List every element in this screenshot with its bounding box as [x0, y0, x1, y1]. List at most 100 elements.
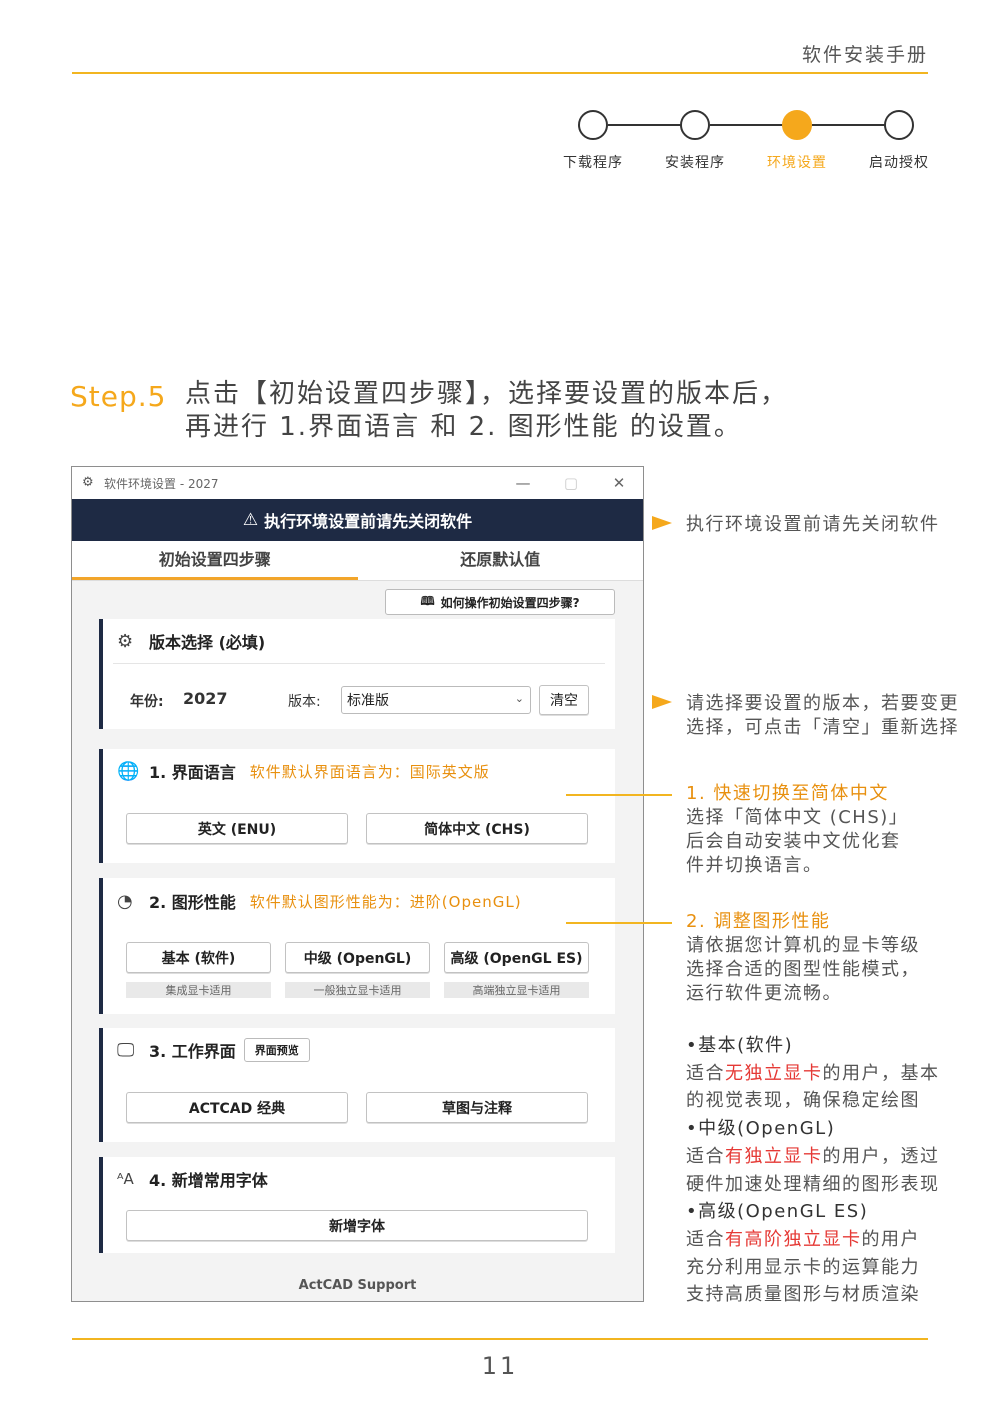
stepper-node-environment [782, 110, 812, 140]
tab-restore-defaults[interactable]: 还原默认值 [358, 541, 644, 580]
graphics-opengl-button[interactable]: 中级 (OpenGL) [285, 942, 430, 973]
warning-banner: ⚠ 执行环境设置前请先关闭软件 [72, 499, 643, 541]
stepper-label-environment: 环境设置 [767, 155, 827, 171]
manual-title: 软件安装手册 [801, 44, 928, 66]
mode-high-desc-3: 支持高质量图形与材质渲染 [686, 1284, 920, 1306]
graphics-card-title: 2. 图形性能 [149, 893, 236, 912]
mode-high-desc: 适合有高阶独立显卡的用户 [686, 1228, 920, 1250]
stepper-label-license: 启动授权 [869, 155, 929, 171]
stepper-connector [710, 124, 784, 126]
workspace-card-title: 3. 工作界面 [149, 1042, 236, 1061]
app-gear-icon: ⚙ [82, 475, 94, 490]
callout-line [566, 922, 672, 924]
maximize-button[interactable]: ▢ [547, 474, 595, 492]
mode-high-title: •高级(OpenGL ES) [686, 1201, 869, 1223]
step-line-2: 再进行 1.界面语言 和 2. 图形性能 的设置。 [185, 412, 742, 442]
graphics-basic-button[interactable]: 基本 (软件) [126, 942, 271, 973]
close-button[interactable]: ✕ [595, 474, 643, 492]
mode-high-desc-2: 充分利用显示卡的运算能力 [686, 1256, 920, 1278]
graphics-opengl-caption: 一般独立显卡适用 [285, 982, 430, 998]
font-card-header: ᴬA 4. 新增常用字体 [103, 1157, 615, 1201]
stepper-node-license [884, 110, 914, 140]
chinese-button[interactable]: 简体中文 (CHS) [366, 813, 588, 844]
font-card: ᴬA 4. 新增常用字体 新增字体 [99, 1157, 615, 1253]
add-font-button[interactable]: 新增字体 [126, 1210, 588, 1241]
annotation-line: 选择，可点击「清空」重新选择 [686, 717, 959, 738]
annotation-line: 选择「简体中文 (CHS)」 [686, 807, 909, 828]
annotation-version-select: 请选择要设置的版本，若要变更 选择，可点击「清空」重新选择 [686, 692, 959, 740]
minimize-button[interactable]: — [499, 474, 547, 492]
tab-initial-setup[interactable]: 初始设置四步骤 [72, 541, 358, 580]
language-card: 🌐 1. 界面语言 软件默认界面语言为：国际英文版 英文 (ENU) 简体中文 … [99, 749, 615, 863]
annotation-close-software: 执行环境设置前请先关闭软件 [686, 514, 940, 535]
page-number: 11 [481, 1352, 519, 1380]
clear-button[interactable]: 清空 [539, 685, 589, 715]
language-card-title: 1. 界面语言 [149, 763, 236, 782]
howto-label: 如何操作初始设置四步骤? [440, 595, 580, 610]
stepper-node-install [680, 110, 710, 140]
step-line-1: 点击【初始设置四步骤】，选择要设置的版本后， [185, 379, 789, 409]
support-footer: ActCAD Support [298, 1278, 417, 1293]
annotation-line: 后会自动安装中文优化套 [686, 831, 901, 852]
year-value: 2027 [183, 689, 228, 708]
mode-mid-title: •中级(OpenGL) [686, 1118, 836, 1140]
divider [113, 663, 605, 664]
window-title: 软件环境设置 - 2027 [104, 476, 219, 491]
edition-label: 版本: [288, 694, 321, 710]
howto-button[interactable]: 🕮 如何操作初始设置四步骤? [385, 589, 615, 615]
callout-line [566, 794, 672, 796]
graphics-card: ◔ 2. 图形性能 软件默认图形性能为：进阶(OpenGL) 基本 (软件) 中… [99, 878, 615, 1014]
stepper-node-download [578, 110, 608, 140]
annotation-line: 请选择要设置的版本，若要变更 [686, 693, 959, 714]
annotation-title: 2. 调整图形性能 [686, 911, 831, 932]
font-card-title: 4. 新增常用字体 [149, 1171, 268, 1190]
mode-mid-desc: 适合有独立显卡的用户，透过 [686, 1145, 940, 1167]
english-button[interactable]: 英文 (ENU) [126, 813, 348, 844]
window-titlebar: ⚙ 软件环境设置 - 2027 — ▢ ✕ [72, 467, 643, 499]
language-card-header: 🌐 1. 界面语言 软件默认界面语言为：国际英文版 [103, 749, 615, 793]
year-label: 年份: [130, 694, 164, 710]
graphics-basic-caption: 集成显卡适用 [126, 982, 271, 998]
mode-mid-desc-2: 硬件加速处理精细的图形表现 [686, 1173, 940, 1195]
mode-basic-title: •基本(软件) [686, 1035, 794, 1056]
annotation-line: 选择合适的图型性能模式， [686, 959, 920, 980]
version-card: ⚙ 版本选择 (必填) 年份: 2027 版本: 标准版 ⌄ 清空 [99, 619, 615, 729]
edition-select[interactable]: 标准版 ⌄ [341, 686, 531, 714]
header-rule [72, 72, 928, 74]
graphics-opengl-es-caption: 高端独立显卡适用 [444, 982, 589, 998]
annotation-chinese-switch: 1. 快速切换至简体中文 选择「简体中文 (CHS)」 后会自动安装中文优化套 … [686, 782, 908, 878]
settings-gear-icon: ⚙ [117, 630, 134, 652]
annotation-line: 请依据您计算机的显卡等级 [686, 935, 920, 956]
gauge-icon: ◔ [117, 890, 133, 912]
warning-text: 执行环境设置前请先关闭软件 [264, 512, 473, 531]
stepper-label-install: 安装程序 [665, 155, 725, 171]
stepper-connector [812, 124, 886, 126]
classic-workspace-button[interactable]: ACTCAD 经典 [126, 1092, 348, 1123]
progress-stepper: 下载程序 安装程序 环境设置 启动授权 [540, 110, 960, 180]
preview-button[interactable]: 界面预览 [243, 1038, 310, 1062]
pointer-arrow-icon [652, 516, 672, 530]
step-instruction: 点击【初始设置四步骤】，选择要设置的版本后， 再进行 1.界面语言 和 2. 图… [185, 378, 788, 444]
annotation-line: 件并切换语言。 [686, 855, 823, 876]
annotation-graphics-modes: •基本(软件) 适合无独立显卡的用户，基本 的视觉表现，确保稳定绘图 •中级(O… [686, 1032, 940, 1309]
drafting-workspace-button[interactable]: 草图与注释 [366, 1092, 588, 1123]
chevron-down-icon: ⌄ [514, 692, 524, 705]
step-number: Step.5 [70, 380, 167, 413]
tab-bar: 初始设置四步骤 还原默认值 [72, 541, 643, 581]
book-icon: 🕮 [420, 593, 435, 608]
version-card-title: 版本选择 (必填) [149, 633, 266, 652]
annotation-graphics: 2. 调整图形性能 请依据您计算机的显卡等级 选择合适的图型性能模式， 运行软件… [686, 910, 920, 1006]
graphics-card-header: ◔ 2. 图形性能 软件默认图形性能为：进阶(OpenGL) [103, 878, 615, 924]
workspace-card-header: 🖵 3. 工作界面 界面预览 [103, 1028, 615, 1072]
pointer-arrow-icon [652, 695, 672, 709]
warning-icon: ⚠ [242, 510, 259, 530]
graphics-opengl-es-button[interactable]: 高级 (OpenGL ES) [444, 942, 589, 973]
settings-window: ⚙ 软件环境设置 - 2027 — ▢ ✕ ⚠ 执行环境设置前请先关闭软件 初始… [71, 466, 644, 1302]
globe-icon: 🌐 [117, 760, 140, 782]
stepper-connector [608, 124, 682, 126]
graphics-default-note: 软件默认图形性能为：进阶(OpenGL) [249, 892, 522, 911]
font-size-icon: ᴬA [117, 1170, 134, 1188]
footer-rule [72, 1338, 928, 1340]
mode-basic-desc: 适合无独立显卡的用户，基本 [686, 1062, 940, 1084]
annotation-line: 运行软件更流畅。 [686, 983, 842, 1004]
